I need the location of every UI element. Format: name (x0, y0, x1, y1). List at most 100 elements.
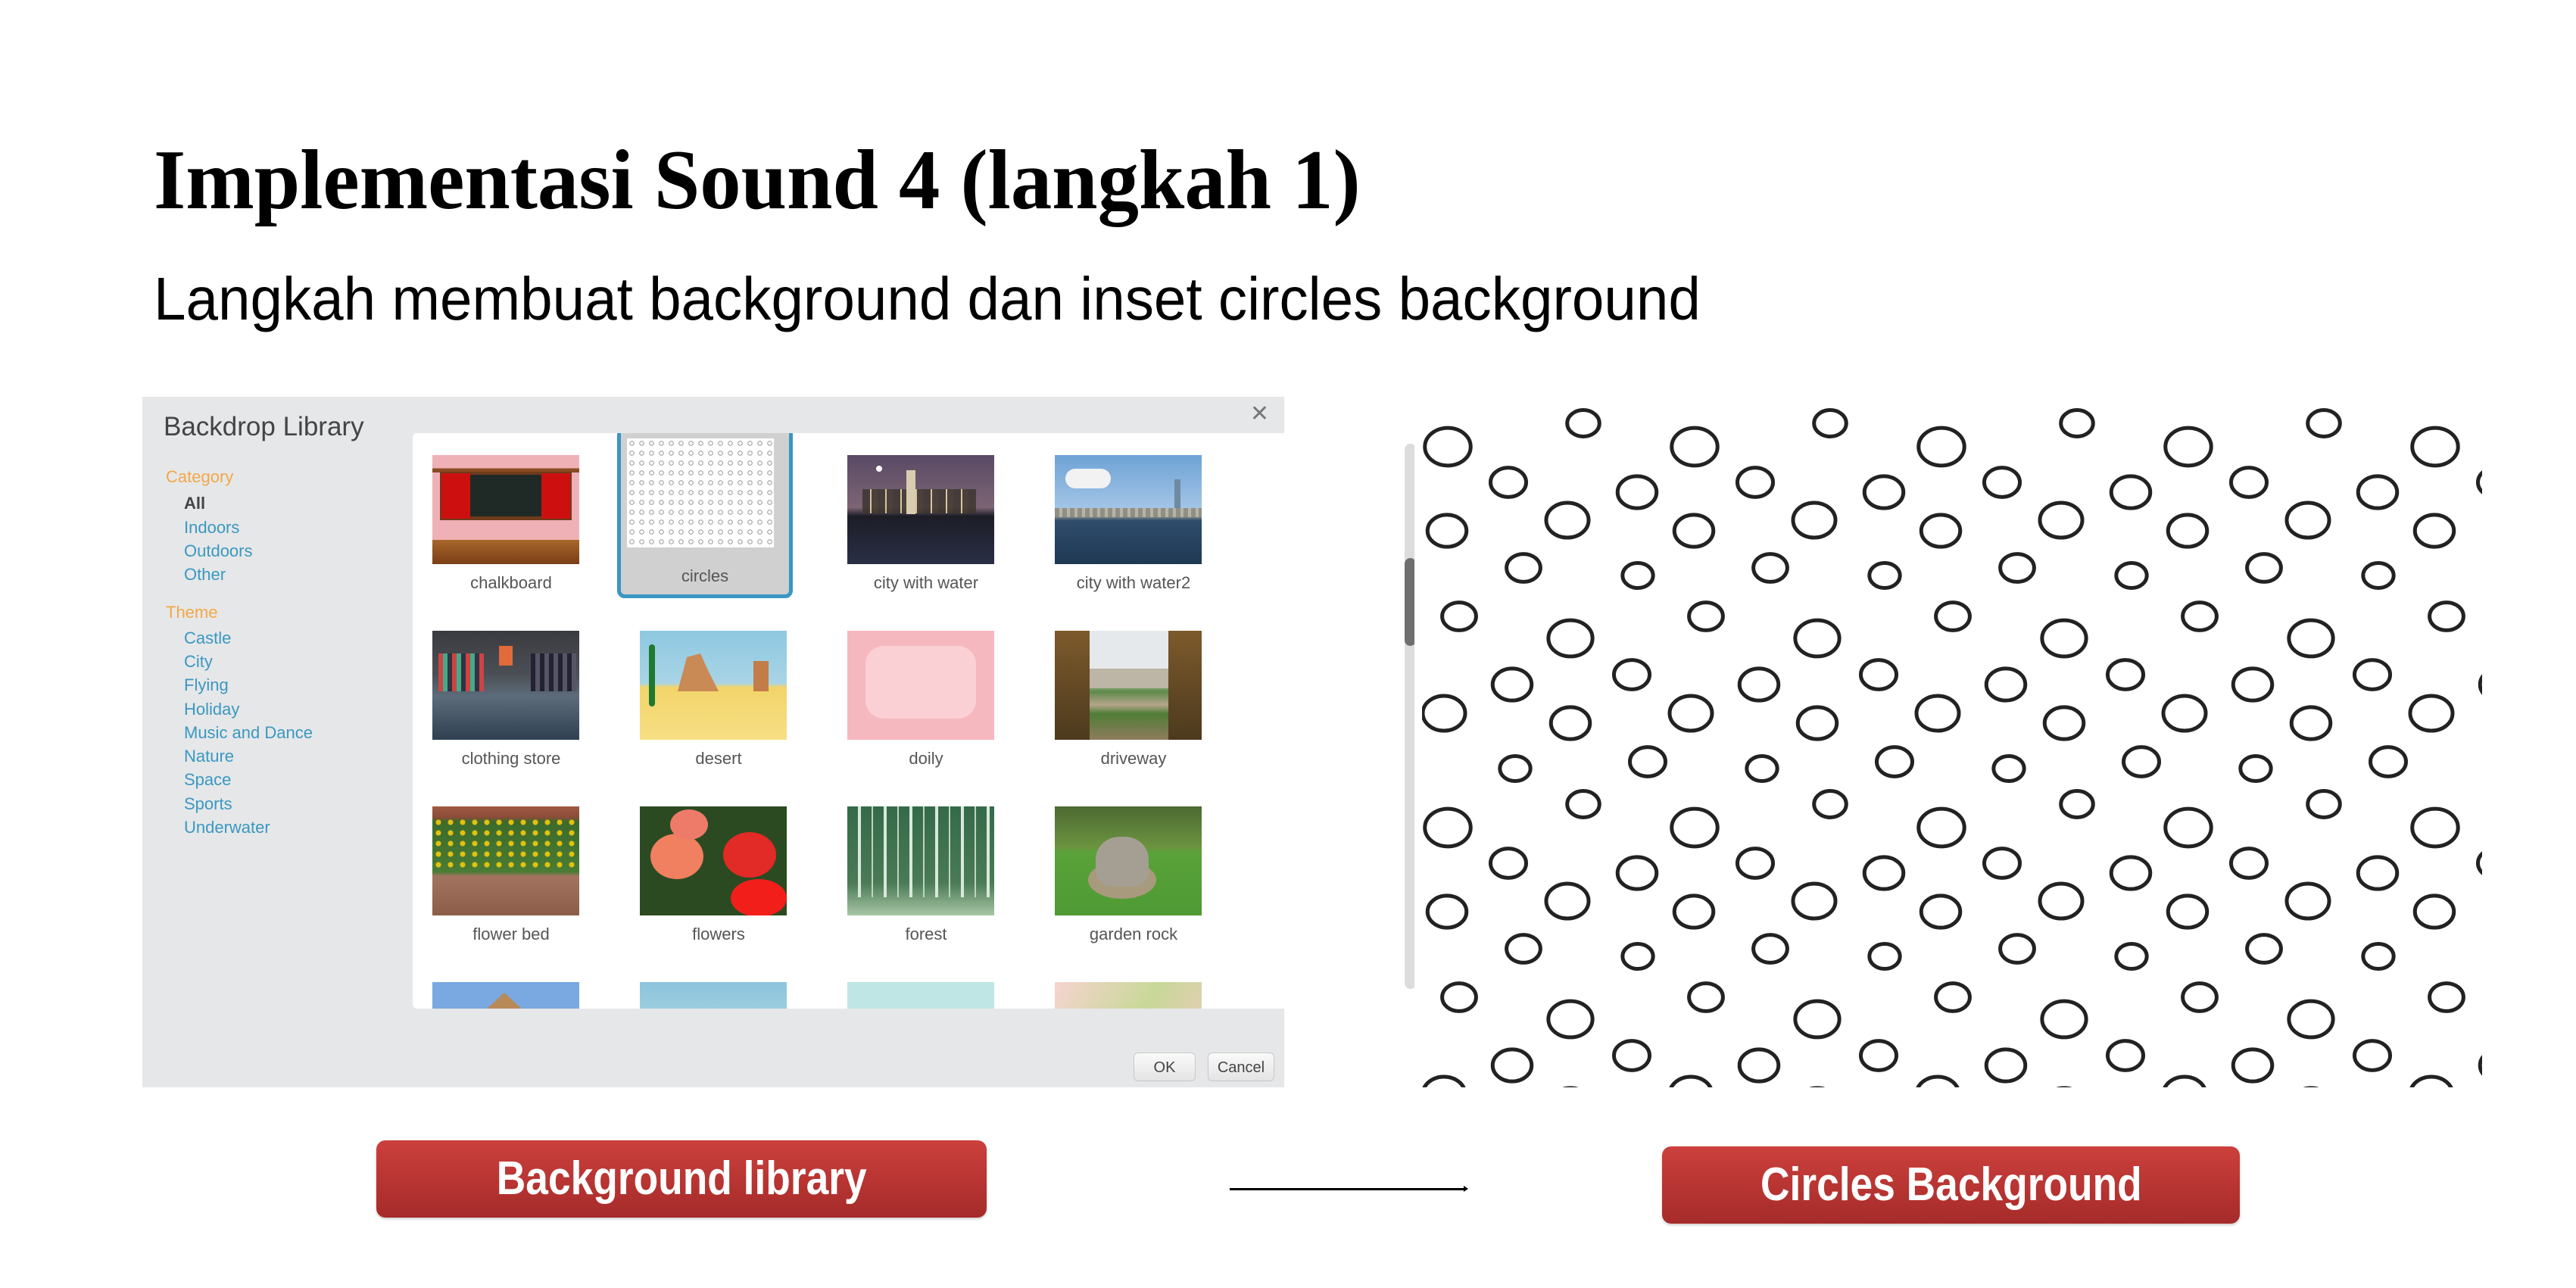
circle-shape (2284, 501, 2331, 540)
category-header: Category (166, 467, 234, 486)
close-icon[interactable]: ✕ (1250, 403, 1269, 426)
thumbnail-gingerbread (432, 982, 579, 1009)
circle-shape (1745, 753, 1779, 784)
backdrop-tile-city-with-water[interactable]: city with water (828, 433, 1002, 600)
backdrop-label: garden rock (1089, 925, 1178, 943)
circle-shape (1791, 501, 1838, 540)
circle-shape (2410, 806, 2460, 849)
slide-subtitle: Langkah membuat background dan inset cir… (154, 265, 1701, 332)
circle-shape (2114, 941, 2149, 971)
circle-shape (2368, 745, 2409, 778)
circle-shape (1687, 981, 1725, 1013)
backdrop-tile[interactable] (620, 960, 794, 1009)
circle-shape (1422, 694, 1467, 733)
sidebar-item-other[interactable]: Other (184, 564, 226, 585)
backdrop-label: driveway (1100, 749, 1167, 768)
circle-shape (1916, 806, 1966, 849)
circle-shape (1982, 466, 2022, 499)
ok-button[interactable]: OK (1134, 1053, 1196, 1081)
sidebar-item-all[interactable]: All (184, 493, 205, 514)
circle-shape (1916, 1074, 1960, 1087)
circle-shape (2352, 1039, 2393, 1072)
circle-shape (1874, 745, 1915, 778)
caption-text: Background library (496, 1152, 867, 1205)
backdrop-label: chalkboard (470, 573, 552, 592)
backdrop-label: city with water2 (1076, 573, 1191, 592)
circle-shape (1490, 666, 1534, 703)
backdrop-label: desert (695, 749, 742, 768)
circle-shape (2038, 501, 2085, 540)
sidebar-item-nature[interactable]: Nature (184, 746, 234, 767)
backdrop-tile-driveway[interactable]: driveway (1035, 609, 1209, 775)
circle-shape (2408, 694, 2455, 733)
circles-background-preview (1422, 407, 2482, 1087)
backdrop-tile-circles[interactable]: circles (617, 433, 793, 598)
circle-shape (1751, 933, 1789, 965)
caption-circles-background: Circles Background (1662, 1146, 2240, 1224)
circle-shape (2356, 474, 2400, 510)
backdrop-tile-flowers[interactable]: flowers (620, 784, 794, 951)
circle-shape (1862, 855, 1906, 891)
circle-shape (1546, 618, 1595, 659)
scrollbar-thumb[interactable] (1405, 558, 1414, 646)
circle-shape (1916, 426, 1966, 468)
backdrop-tile[interactable] (828, 960, 1002, 1009)
circle-shape (1795, 705, 1839, 741)
circle-shape (1858, 1039, 1899, 1072)
slide-title: Implementasi Sound 4 (langkah 1) (154, 133, 1361, 227)
circle-shape (1565, 408, 1601, 438)
backdrop-tile-doily[interactable]: doily (828, 609, 1002, 775)
circle-shape (2306, 789, 2342, 819)
sidebar-item-flying[interactable]: Flying (184, 675, 229, 696)
scrollbar[interactable] (1405, 444, 1414, 989)
circle-shape (2042, 705, 2086, 741)
backdrop-tile-city-with-water2[interactable]: city with water2 (1035, 433, 1209, 600)
circles-pattern (1422, 408, 2482, 1087)
caption-background-library: Background library (376, 1140, 987, 1218)
sidebar-item-outdoors[interactable]: Outdoors (184, 541, 253, 562)
circle-shape (2478, 1055, 2482, 1076)
circle-shape (1548, 705, 1592, 741)
backdrop-tile-flower-bed[interactable]: flower bed (413, 784, 587, 951)
circle-shape (2231, 1047, 2275, 1084)
circle-shape (1440, 600, 1478, 632)
backdrop-label: flowers (692, 925, 745, 943)
circle-shape (2109, 855, 2153, 891)
sidebar-item-underwater[interactable]: Underwater (184, 817, 270, 838)
circle-shape (1611, 1039, 1652, 1072)
circle-shape (2412, 893, 2456, 930)
backdrop-tile-garden-rock[interactable]: garden rock (1035, 784, 1209, 951)
circle-shape (1998, 552, 2036, 584)
backdrop-library-dialog: Backdrop Library ✕ Category All Indoors … (142, 397, 1414, 1087)
circle-shape (2231, 666, 2275, 703)
sidebar-item-space[interactable]: Space (184, 769, 231, 791)
circle-shape (1544, 501, 1591, 540)
circle-shape (1867, 560, 1902, 591)
sidebar-item-castle[interactable]: Castle (184, 628, 231, 649)
sidebar-item-holiday[interactable]: Holiday (184, 699, 239, 720)
circle-shape (1620, 941, 1655, 971)
circle-shape (1423, 806, 1473, 849)
thumbnail-forest (847, 806, 994, 915)
backdrop-tile-chalkboard[interactable]: chalkboard (413, 433, 587, 600)
circle-shape (1672, 893, 1716, 930)
sidebar-item-city[interactable]: City (184, 651, 213, 672)
sidebar-item-music-and-dance[interactable]: Music and Dance (184, 722, 313, 744)
backdrop-tile[interactable] (1035, 960, 1209, 1009)
sidebar-item-sports[interactable]: Sports (184, 794, 232, 815)
backdrop-tile[interactable] (413, 960, 587, 1009)
circle-shape (2287, 999, 2335, 1040)
sidebar-item-indoors[interactable]: Indoors (184, 517, 239, 538)
cancel-button[interactable]: Cancel (1208, 1053, 1274, 1081)
circle-shape (1490, 1047, 1534, 1084)
circle-shape (2284, 881, 2331, 921)
backdrop-tile-desert[interactable]: desert (620, 609, 794, 775)
backdrop-tile-forest[interactable]: forest (828, 784, 1002, 951)
thumbnail-doily (847, 631, 994, 740)
circle-shape (1488, 847, 1529, 880)
thumbnail-flower-bed (432, 806, 579, 915)
backdrop-tile-clothing-store[interactable]: clothing store (413, 609, 587, 775)
circle-shape (2040, 618, 2088, 659)
circle-shape (2114, 560, 2149, 591)
circle-shape (1546, 999, 1595, 1040)
